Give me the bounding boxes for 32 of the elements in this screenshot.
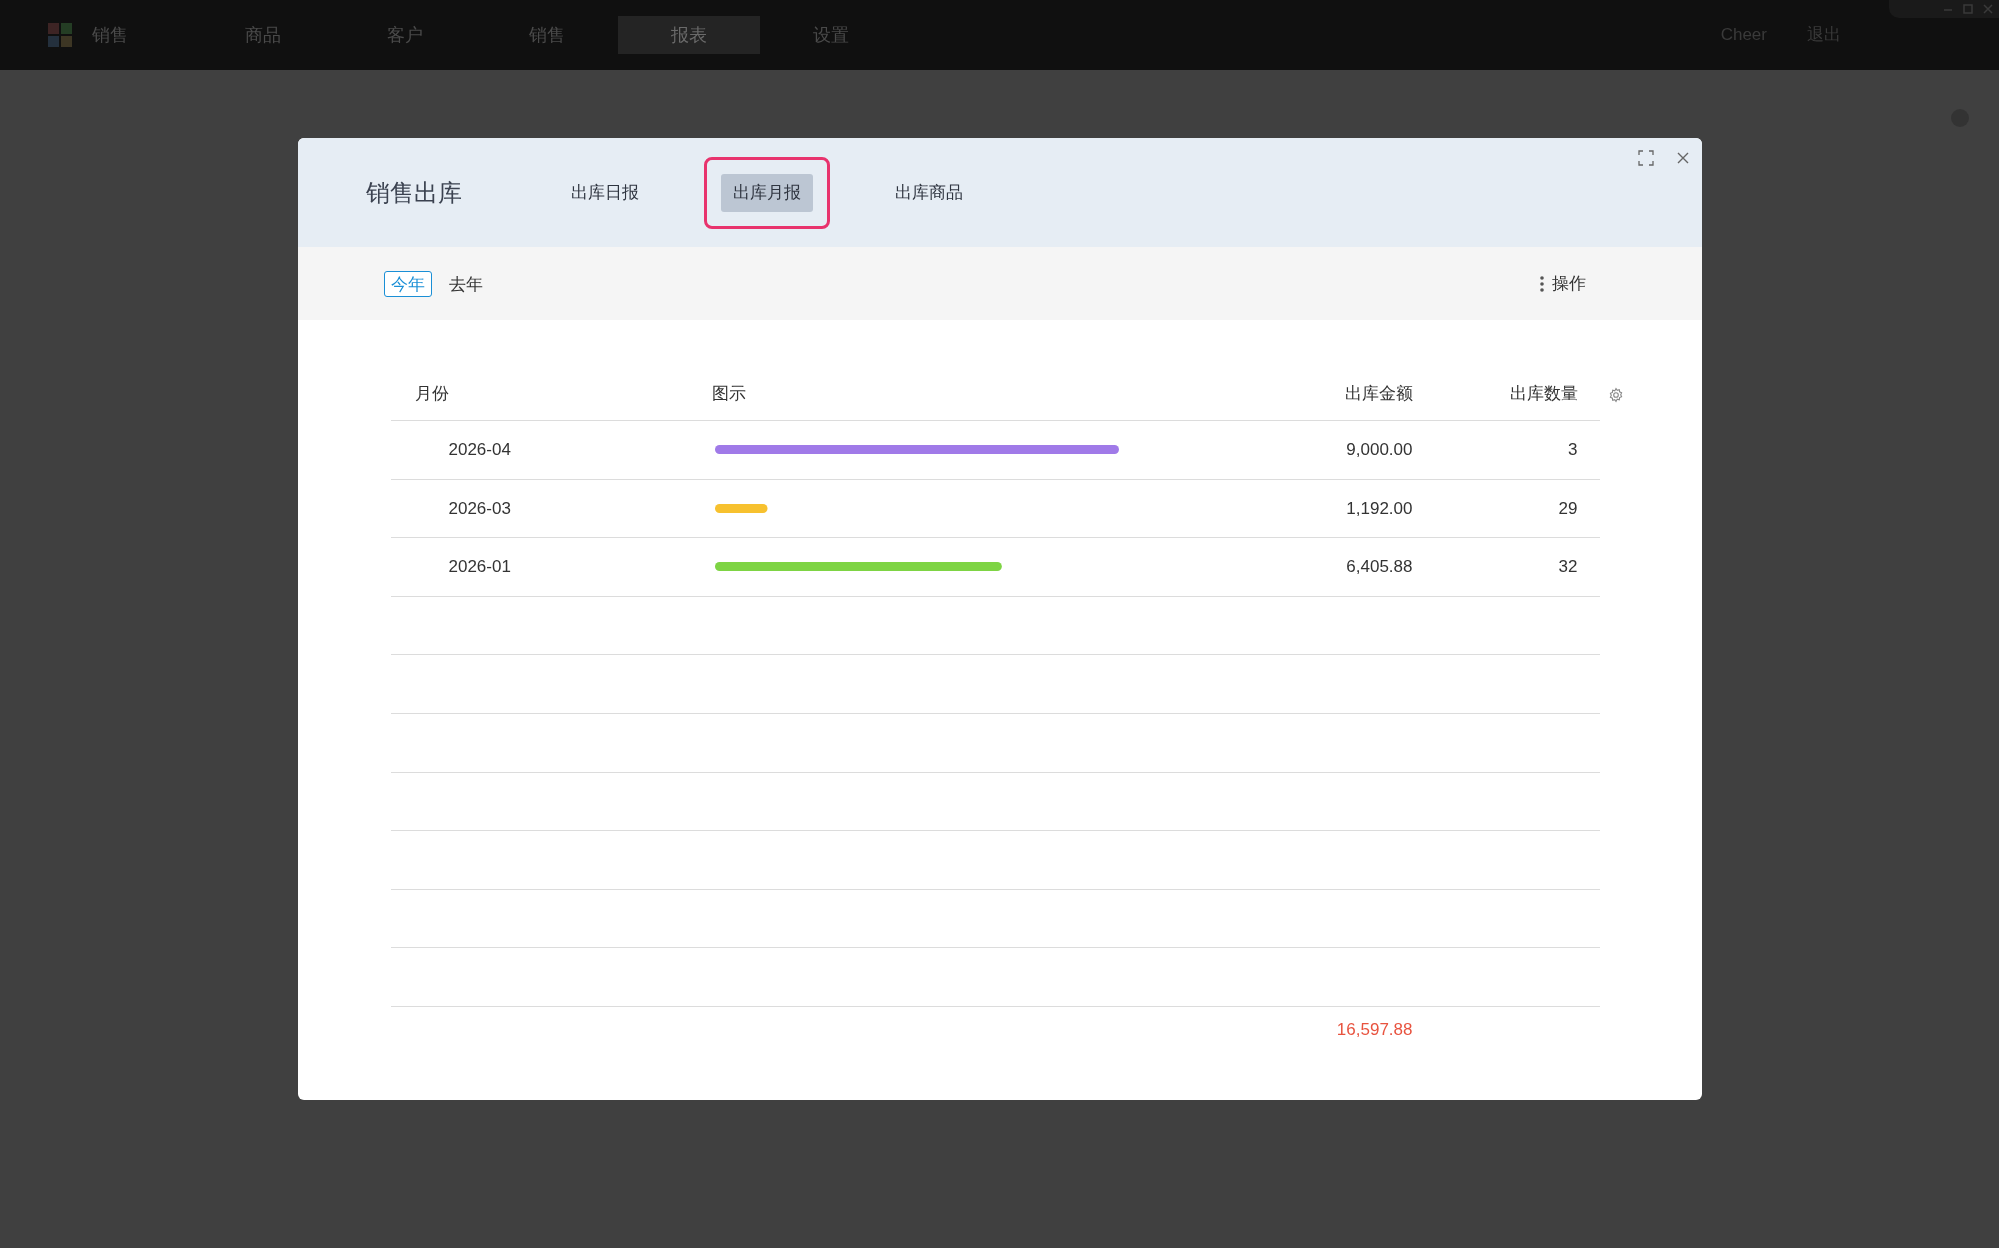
table-cell-text: 2026-04 bbox=[447, 439, 512, 462]
nav-tab[interactable]: 销售 bbox=[476, 16, 618, 54]
app-logo-icon bbox=[48, 23, 72, 47]
close-icon[interactable] bbox=[1675, 151, 1690, 165]
actions-button[interactable]: 操作 bbox=[1539, 270, 1586, 297]
filter-chip[interactable]: 今年 bbox=[383, 270, 432, 297]
table-cell-text: 6,405.88 bbox=[1345, 556, 1413, 579]
column-header: 图示 bbox=[710, 383, 747, 406]
column-header: 出库数量 bbox=[1508, 383, 1578, 406]
tab[interactable]: 出库商品 bbox=[882, 173, 975, 212]
column-header: 出库金额 bbox=[1343, 383, 1413, 406]
table-cell-text: 2026-03 bbox=[447, 497, 512, 520]
nav-tab[interactable]: 报表 bbox=[618, 16, 760, 54]
table-cell-text: 2026-01 bbox=[447, 556, 512, 579]
total-amount: 16,597.88 bbox=[1335, 1018, 1413, 1041]
tab[interactable]: 出库月报 bbox=[720, 173, 813, 212]
maximize-icon[interactable] bbox=[1963, 4, 1973, 14]
dialog-title: 销售出库 bbox=[365, 177, 462, 208]
nav-tab[interactable]: 销售 bbox=[92, 16, 192, 54]
table-cell-text: 32 bbox=[1557, 556, 1578, 579]
tab[interactable]: 出库日报 bbox=[558, 173, 651, 212]
more-icon bbox=[1539, 275, 1544, 292]
column-header: 月份 bbox=[413, 383, 450, 406]
nav-tab[interactable]: 客户 bbox=[334, 16, 476, 54]
table-cell-text: 29 bbox=[1557, 497, 1578, 520]
table-cell-text: 3 bbox=[1567, 439, 1578, 462]
filter-chip[interactable]: 去年 bbox=[441, 270, 490, 297]
table-cell-text: 1,192.00 bbox=[1345, 497, 1413, 520]
nav-tab[interactable]: 设置 bbox=[760, 16, 902, 54]
table-cell-text: 9,000.00 bbox=[1345, 439, 1413, 462]
fullscreen-icon[interactable] bbox=[1637, 150, 1654, 166]
nav-tab[interactable]: 商品 bbox=[192, 16, 334, 54]
